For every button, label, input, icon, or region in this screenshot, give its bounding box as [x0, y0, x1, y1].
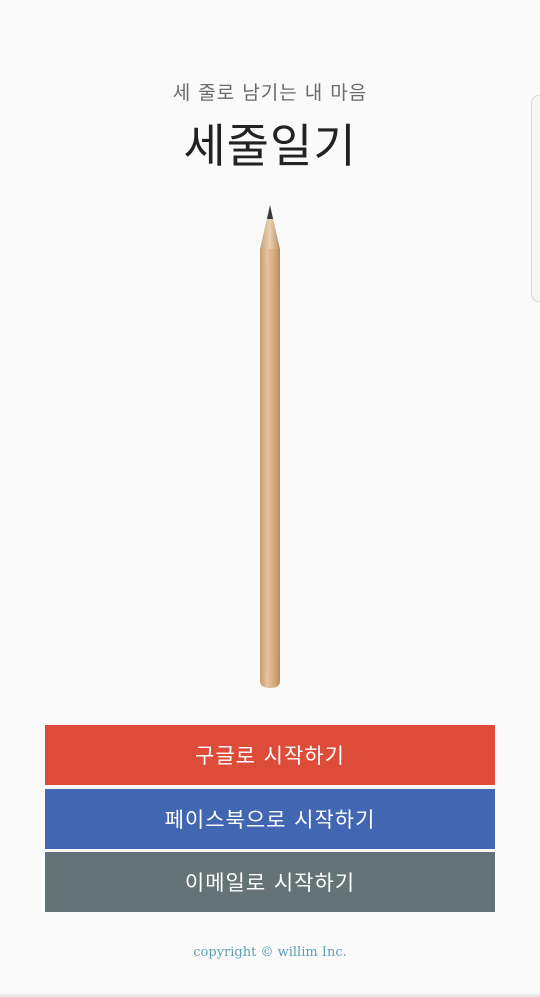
facebook-login-button[interactable]: 페이스북으로 시작하기	[45, 789, 495, 849]
pencil-icon	[260, 205, 280, 688]
edge-panel-handle[interactable]	[531, 95, 540, 302]
google-login-button[interactable]: 구글로 시작하기	[45, 725, 495, 785]
app-title: 세줄일기	[183, 119, 357, 173]
email-login-button[interactable]: 이메일로 시작하기	[45, 852, 495, 912]
copyright-text: copyright © willim Inc.	[193, 945, 347, 960]
app-subtitle: 세 줄로 남기는 내 마음	[172, 82, 368, 104]
